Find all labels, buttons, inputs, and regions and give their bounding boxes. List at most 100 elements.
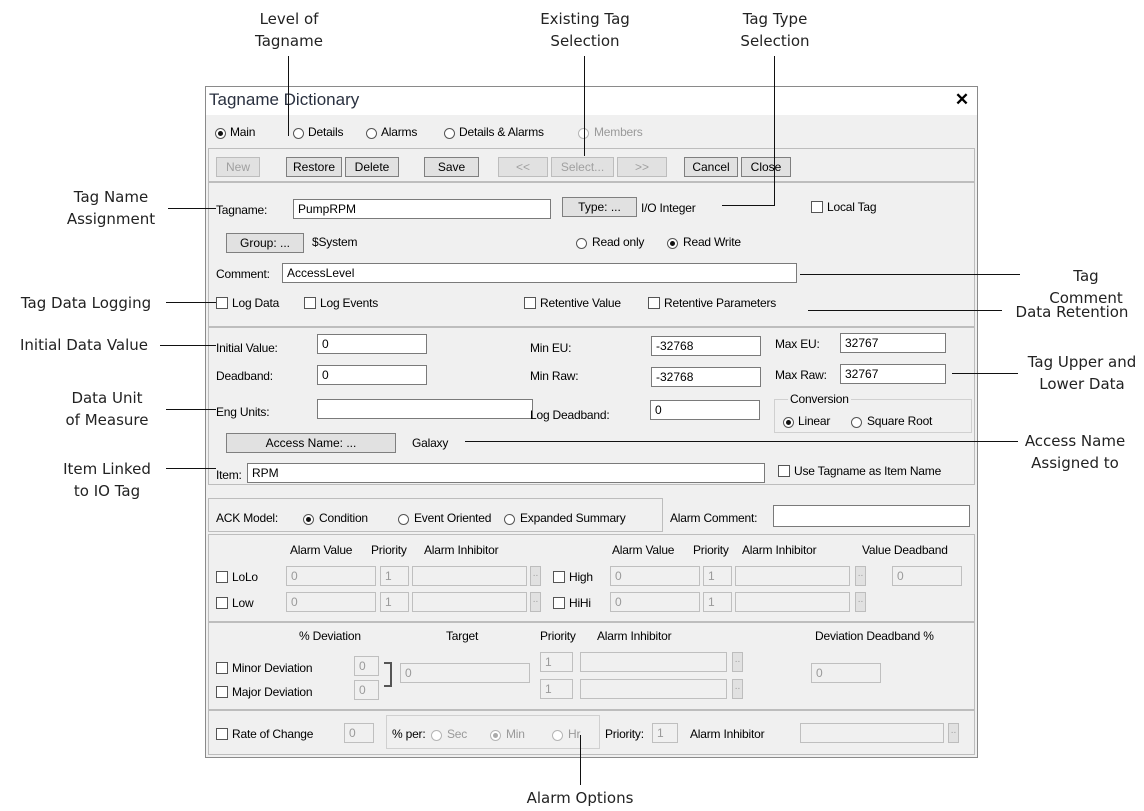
low-priority-input[interactable]: 1	[380, 592, 409, 612]
close-button[interactable]: Close	[741, 157, 791, 177]
annotation-data-unit-of-measure: Data Unit of Measure	[52, 387, 162, 431]
min-raw-input[interactable]: -32768	[651, 367, 761, 387]
rate-of-change-input[interactable]: 0	[344, 723, 374, 743]
item-input[interactable]: RPM	[247, 463, 765, 483]
condition-radio[interactable]	[303, 514, 314, 525]
low-checkbox[interactable]	[216, 597, 228, 609]
linear-radio[interactable]	[783, 417, 794, 428]
callout-line	[774, 56, 775, 206]
rate-inhibitor-browse-button[interactable]: ..	[948, 723, 959, 743]
max-eu-input[interactable]: 32767	[840, 333, 946, 353]
major-priority-input[interactable]: 1	[540, 679, 573, 699]
log-events-checkbox[interactable]	[304, 297, 316, 309]
minor-priority-input[interactable]: 1	[540, 652, 573, 672]
min-eu-input[interactable]: -32768	[651, 336, 761, 356]
retentive-value-checkbox[interactable]	[524, 297, 536, 309]
high-inhibitor-browse-button[interactable]: ..	[855, 566, 866, 586]
radio-main[interactable]	[215, 128, 226, 139]
min-radio[interactable]	[490, 730, 501, 741]
high-inhibitor-input[interactable]	[735, 566, 850, 586]
low-inhibitor-input[interactable]	[412, 592, 527, 612]
hr-radio[interactable]	[552, 730, 563, 741]
radio-alarms[interactable]	[366, 128, 377, 139]
minor-deviation-input[interactable]: 0	[354, 656, 379, 676]
high-label: High	[569, 570, 593, 584]
low-inhibitor-browse-button[interactable]: ..	[530, 592, 541, 612]
cancel-button[interactable]: Cancel	[684, 157, 738, 177]
deadband-input[interactable]: 0	[317, 365, 427, 385]
value-deadband-input[interactable]: 0	[892, 566, 962, 586]
expanded-summary-radio[interactable]	[504, 514, 515, 525]
high-priority-input[interactable]: 1	[703, 566, 732, 586]
max-raw-label: Max Raw:	[775, 368, 827, 382]
tagname-label: Tagname:	[216, 203, 268, 217]
read-write-radio[interactable]	[667, 238, 678, 249]
comment-input[interactable]: AccessLevel	[282, 263, 797, 283]
hihi-label: HiHi	[569, 596, 591, 610]
minor-deviation-checkbox[interactable]	[216, 662, 228, 674]
group-button[interactable]: Group: ...	[226, 233, 304, 253]
lolo-value-input[interactable]: 0	[286, 566, 376, 586]
lolo-inhibitor-browse-button[interactable]: ..	[530, 566, 541, 586]
event-oriented-radio[interactable]	[398, 514, 409, 525]
minor-inhibitor-input[interactable]	[580, 652, 727, 672]
hdr-inhibitor-right: Alarm Inhibitor	[742, 543, 817, 557]
rate-of-change-checkbox[interactable]	[216, 728, 228, 740]
log-deadband-input[interactable]: 0	[650, 400, 760, 420]
hdr-inhibitor-deviation: Alarm Inhibitor	[597, 629, 672, 643]
lolo-priority-input[interactable]: 1	[380, 566, 409, 586]
alarm-comment-input[interactable]	[773, 505, 970, 527]
read-only-radio[interactable]	[576, 238, 587, 249]
radio-details-alarms[interactable]	[444, 128, 455, 139]
major-deviation-checkbox[interactable]	[216, 686, 228, 698]
log-data-checkbox[interactable]	[216, 297, 228, 309]
tagname-input[interactable]: PumpRPM	[293, 199, 551, 219]
save-button[interactable]: Save	[424, 157, 479, 177]
lolo-label: LoLo	[232, 570, 258, 584]
eng-units-input[interactable]	[317, 399, 533, 419]
callout-line	[952, 373, 1018, 374]
type-button[interactable]: Type: ...	[562, 197, 637, 217]
rate-inhibitor-input[interactable]	[800, 723, 944, 743]
deviation-deadband-input[interactable]: 0	[811, 663, 881, 683]
radio-details[interactable]	[293, 128, 304, 139]
sec-radio[interactable]	[431, 730, 442, 741]
window-title: Tagname Dictionary	[209, 90, 360, 109]
target-input[interactable]: 0	[400, 663, 530, 683]
previous-button[interactable]: <<	[498, 157, 548, 177]
per-label: % per:	[392, 727, 426, 741]
access-name-value: Galaxy	[412, 436, 449, 450]
annotation-initial-data-value: Initial Data Value	[19, 336, 149, 354]
lolo-checkbox[interactable]	[216, 571, 228, 583]
use-tagname-label: Use Tagname as Item Name	[794, 464, 942, 478]
initial-value-input[interactable]: 0	[317, 334, 427, 354]
lolo-inhibitor-input[interactable]	[412, 566, 527, 586]
hihi-priority-input[interactable]: 1	[703, 592, 732, 612]
major-inhibitor-input[interactable]	[580, 679, 727, 699]
square-root-radio[interactable]	[851, 417, 862, 428]
new-button[interactable]: New	[216, 157, 260, 177]
retentive-parameters-checkbox[interactable]	[648, 297, 660, 309]
high-checkbox[interactable]	[553, 571, 565, 583]
restore-button[interactable]: Restore	[286, 157, 342, 177]
select-button[interactable]: Select...	[551, 157, 614, 177]
hihi-value-input[interactable]: 0	[610, 592, 700, 612]
minor-inhibitor-browse-button[interactable]: ..	[732, 652, 743, 672]
hdr-target: Target	[446, 629, 479, 643]
low-value-input[interactable]: 0	[286, 592, 376, 612]
hihi-checkbox[interactable]	[553, 597, 565, 609]
rate-priority-input[interactable]: 1	[652, 723, 678, 743]
callout-line	[580, 735, 581, 785]
hihi-inhibitor-input[interactable]	[735, 592, 850, 612]
local-tag-checkbox[interactable]	[811, 201, 823, 213]
max-raw-input[interactable]: 32767	[840, 364, 946, 384]
access-name-button[interactable]: Access Name: ...	[226, 433, 396, 453]
use-tagname-checkbox[interactable]	[778, 465, 790, 477]
major-deviation-input[interactable]: 0	[354, 680, 379, 700]
close-icon[interactable]: ✕	[953, 91, 971, 109]
major-inhibitor-browse-button[interactable]: ..	[732, 679, 743, 699]
hihi-inhibitor-browse-button[interactable]: ..	[855, 592, 866, 612]
delete-button[interactable]: Delete	[345, 157, 399, 177]
next-button[interactable]: >>	[617, 157, 667, 177]
high-value-input[interactable]: 0	[610, 566, 700, 586]
